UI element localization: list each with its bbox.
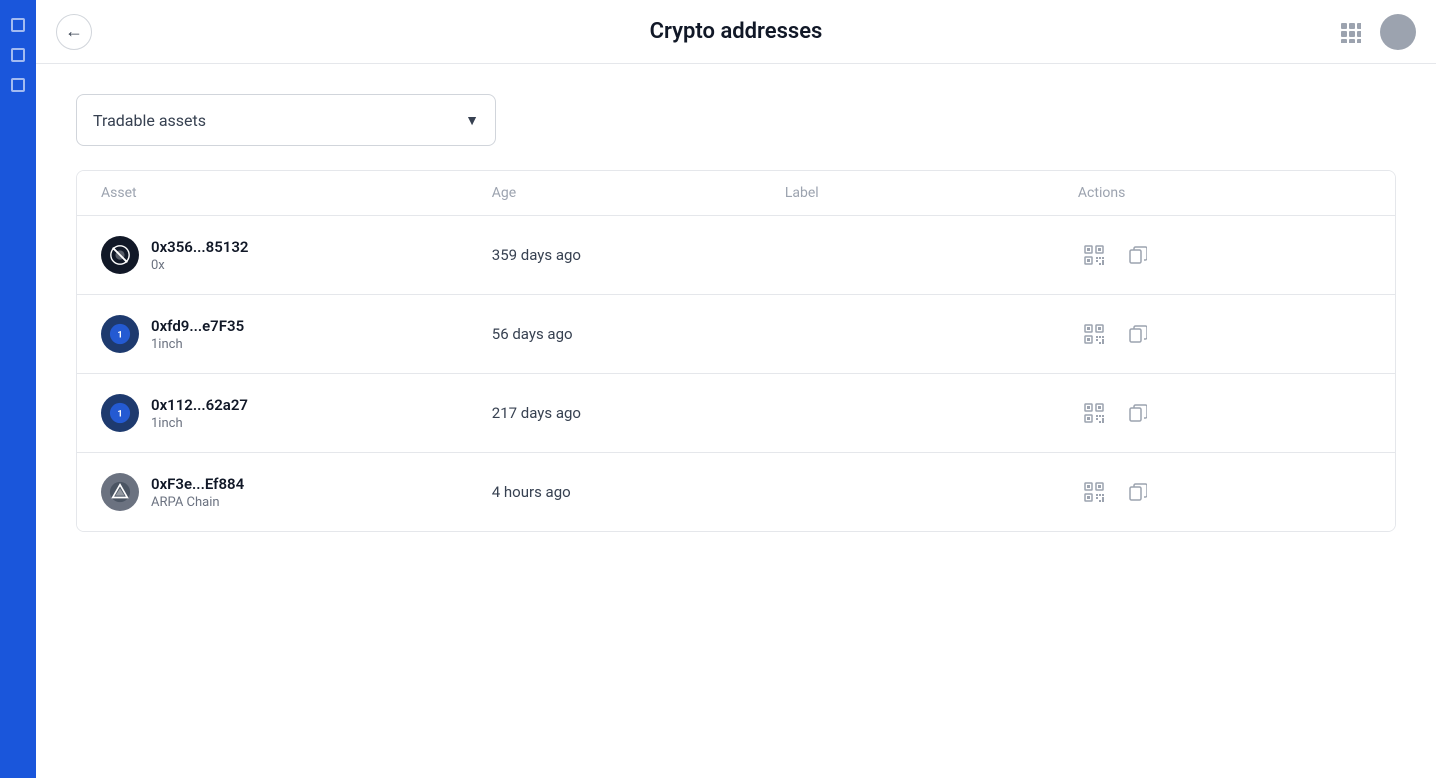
back-arrow-icon: ←: [65, 21, 83, 42]
1inch-coin-icon-2: 1: [109, 323, 131, 345]
asset-icon-4: [101, 473, 139, 511]
asset-info-1: 0x356...85132 0x: [151, 238, 249, 273]
table-row: 0xF3e...Ef884 ARPA Chain 4 hours ago: [77, 453, 1395, 531]
copy-icon-3: [1129, 404, 1147, 422]
age-cell-3: 217 days ago: [492, 404, 785, 422]
addresses-table: Asset Age Label Actions 0x356: [76, 170, 1396, 532]
table-row: 1 0xfd9...e7F35 1inch 56 days ago: [77, 295, 1395, 374]
copy-button-3[interactable]: [1122, 397, 1154, 429]
table-header: Asset Age Label Actions: [77, 171, 1395, 216]
asset-sub-3: 1inch: [151, 416, 248, 431]
qr-code-button-4[interactable]: [1078, 476, 1110, 508]
copy-button-2[interactable]: [1122, 318, 1154, 350]
table-row: 0x356...85132 0x 359 days ago: [77, 216, 1395, 295]
asset-icon-3: 1: [101, 394, 139, 432]
grid-icon: [1339, 21, 1361, 43]
dropdown-label: Tradable assets: [93, 111, 206, 130]
asset-sub-1: 0x: [151, 258, 249, 273]
actions-cell-3: [1078, 397, 1371, 429]
table-row: 1 0x112...62a27 1inch 217 days ago: [77, 374, 1395, 453]
age-cell-2: 56 days ago: [492, 325, 785, 343]
qr-icon-2: [1084, 324, 1104, 344]
asset-icon-2: 1: [101, 315, 139, 353]
asset-cell-1: 0x356...85132 0x: [101, 236, 492, 274]
blocked-coin-icon: [109, 244, 131, 266]
svg-text:1: 1: [117, 331, 122, 341]
apps-grid-button[interactable]: [1332, 14, 1368, 50]
asset-info-4: 0xF3e...Ef884 ARPA Chain: [151, 475, 244, 510]
actions-cell-4: [1078, 476, 1371, 508]
header: ← Crypto addresses: [36, 0, 1436, 64]
column-asset: Asset: [101, 185, 492, 201]
page-title: Crypto addresses: [650, 19, 823, 44]
asset-address-3: 0x112...62a27: [151, 396, 248, 414]
main-content: ← Crypto addresses: [36, 0, 1436, 778]
1inch-coin-icon-3: 1: [109, 402, 131, 424]
age-cell-1: 359 days ago: [492, 246, 785, 264]
asset-cell-4: 0xF3e...Ef884 ARPA Chain: [101, 473, 492, 511]
qr-icon-3: [1084, 403, 1104, 423]
sidebar-nav-item-2[interactable]: [11, 48, 25, 62]
asset-sub-2: 1inch: [151, 337, 244, 352]
svg-text:1: 1: [117, 410, 122, 420]
asset-filter-dropdown[interactable]: Tradable assets ▼: [76, 94, 496, 146]
copy-button-4[interactable]: [1122, 476, 1154, 508]
dropdown-arrow-icon: ▼: [465, 112, 479, 129]
content-area: Tradable assets ▼ Asset Age Label Action…: [36, 64, 1436, 778]
column-age: Age: [492, 185, 785, 201]
asset-icon-1: [101, 236, 139, 274]
asset-cell-3: 1 0x112...62a27 1inch: [101, 394, 492, 432]
asset-address-1: 0x356...85132: [151, 238, 249, 256]
copy-button-1[interactable]: [1122, 239, 1154, 271]
user-avatar[interactable]: [1380, 14, 1416, 50]
sidebar-nav-item-3[interactable]: [11, 78, 25, 92]
age-cell-4: 4 hours ago: [492, 483, 785, 501]
qr-icon-1: [1084, 245, 1104, 265]
copy-icon-4: [1129, 483, 1147, 501]
actions-cell-1: [1078, 239, 1371, 271]
asset-address-2: 0xfd9...e7F35: [151, 317, 244, 335]
qr-icon-4: [1084, 482, 1104, 502]
column-actions: Actions: [1078, 185, 1371, 201]
asset-cell-2: 1 0xfd9...e7F35 1inch: [101, 315, 492, 353]
asset-address-4: 0xF3e...Ef884: [151, 475, 244, 493]
copy-icon-1: [1129, 246, 1147, 264]
sidebar: [0, 0, 36, 778]
header-right: [1332, 14, 1416, 50]
qr-code-button-3[interactable]: [1078, 397, 1110, 429]
asset-info-2: 0xfd9...e7F35 1inch: [151, 317, 244, 352]
column-label: Label: [785, 185, 1078, 201]
back-button[interactable]: ←: [56, 14, 92, 50]
sidebar-nav-item-1[interactable]: [11, 18, 25, 32]
qr-code-button-2[interactable]: [1078, 318, 1110, 350]
asset-info-3: 0x112...62a27 1inch: [151, 396, 248, 431]
actions-cell-2: [1078, 318, 1371, 350]
copy-icon-2: [1129, 325, 1147, 343]
asset-sub-4: ARPA Chain: [151, 495, 244, 510]
arpa-coin-icon: [109, 481, 131, 503]
qr-code-button-1[interactable]: [1078, 239, 1110, 271]
